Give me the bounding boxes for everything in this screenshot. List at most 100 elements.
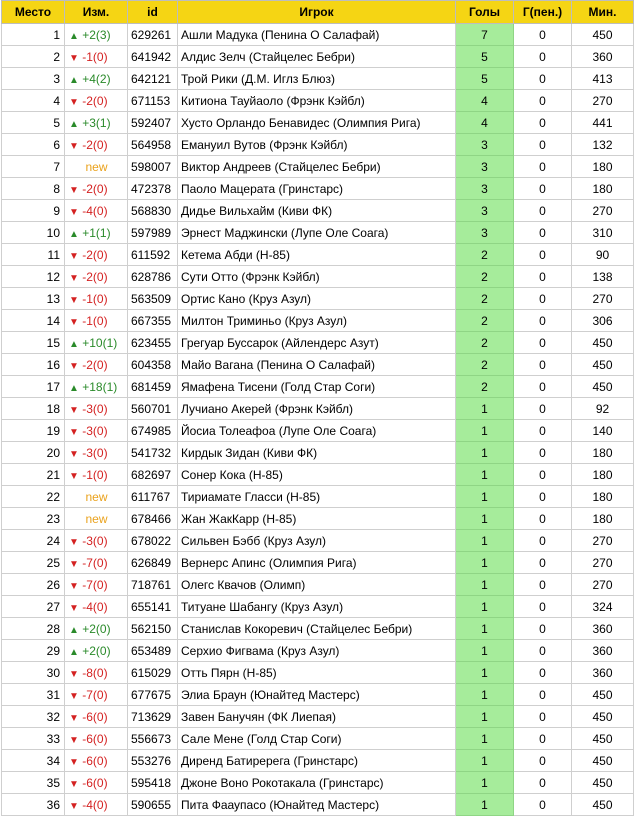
table-row[interactable]: 18 ▼ -3(0) 560701 Лучиано Акерей (Фрэнк Кэй… — [1, 397, 634, 420]
change-cell: ▼ -7(0) — [64, 551, 128, 574]
goals-cell: 1 — [455, 551, 514, 574]
table-row[interactable]: 6 ▼ -2(0) 564958 Емануил Вутов (Фрэнк Кэйбл… — [1, 133, 634, 156]
player-id-cell: 592407 — [127, 111, 178, 134]
table-row[interactable]: 3 ▲ +4(2) 642121 Трой Рики (Д.М. Иглз Блюз)… — [1, 67, 634, 90]
arrow-down-icon: ▼ — [69, 558, 79, 570]
penalty-goals-cell: 0 — [513, 331, 572, 354]
col-header-change[interactable]: Изм. — [64, 0, 128, 24]
rank-cell: 22 — [1, 485, 65, 508]
goals-cell: 1 — [455, 771, 514, 794]
col-header-penalty-goals[interactable]: Г(пен.) — [513, 0, 572, 24]
change-cell: ▼ -3(0) — [64, 419, 128, 442]
table-row[interactable]: 9 ▼ -4(0) 568830 Дидье Вильхайм (Киви ФК) 3 0… — [1, 199, 634, 222]
player-id-cell: 590655 — [127, 793, 178, 816]
table-row[interactable]: 10 ▲ +1(1) 597989 Эрнест Маджински (Лупе Ол… — [1, 221, 634, 244]
arrow-down-icon: ▼ — [69, 756, 79, 768]
player-name-cell: Сонер Кока (Н-85) — [177, 463, 456, 486]
col-header-minutes[interactable]: Мин. — [571, 0, 634, 24]
player-id-cell: 678466 — [127, 507, 178, 530]
player-name-cell: Паоло Мацерата (Гринстарс) — [177, 177, 456, 200]
penalty-goals-cell: 0 — [513, 793, 572, 816]
player-id-cell: 556673 — [127, 727, 178, 750]
table-row[interactable]: 7 new 598007 Виктор Андреев (Стайцелес Бебр… — [1, 155, 634, 178]
table-row[interactable]: 12 ▼ -2(0) 628786 Сути Отто (Фрэнк Кэйбл) 2 0… — [1, 265, 634, 288]
player-name-cell: Сути Отто (Фрэнк Кэйбл) — [177, 265, 456, 288]
penalty-goals-cell: 0 — [513, 133, 572, 156]
change-value: -2(0) — [82, 269, 108, 284]
table-row[interactable]: 20 ▼ -3(0) 541732 Кирдык Зидан (Киви ФК) 1 0 1… — [1, 441, 634, 464]
arrow-down-icon: ▼ — [69, 470, 79, 482]
table-row[interactable]: 30 ▼ -8(0) 615029 Отть Пярн (Н-85) 1 0 360 — [1, 661, 634, 684]
table-row[interactable]: 21 ▼ -1(0) 682697 Сонер Кока (Н-85) 1 0 180 — [1, 463, 634, 486]
change-value: +10(1) — [82, 335, 118, 350]
arrow-down-icon: ▼ — [69, 734, 79, 746]
table-row[interactable]: 28 ▲ +2(0) 562150 Станислав Кокоревич (Стай… — [1, 617, 634, 640]
table-row[interactable]: 36 ▼ -4(0) 590655 Пита Фааупасо (Юнайтед Ма… — [1, 793, 634, 816]
table-row[interactable]: 4 ▼ -2(0) 671153 Китиона Тауйаоло (Фрэнк Кэ… — [1, 89, 634, 112]
arrow-down-icon: ▼ — [69, 272, 79, 284]
minutes-cell: 450 — [571, 771, 634, 794]
player-id-cell: 472378 — [127, 177, 178, 200]
table-row[interactable]: 13 ▼ -1(0) 563509 Ортис Кано (Круз Азул) 2 0 2… — [1, 287, 634, 310]
change-cell: ▲ +3(1) — [64, 111, 128, 134]
table-row[interactable]: 24 ▼ -3(0) 678022 Сильвен Бэбб (Круз Азул) 1… — [1, 529, 634, 552]
col-header-id[interactable]: id — [127, 0, 178, 24]
table-row[interactable]: 1 ▲ +2(3) 629261 Ашли Мадука (Пенина О Сала… — [1, 23, 634, 46]
penalty-goals-cell: 0 — [513, 265, 572, 288]
penalty-goals-cell: 0 — [513, 441, 572, 464]
table-row[interactable]: 25 ▼ -7(0) 626849 Вернерс Апинс (Олимпия Ри… — [1, 551, 634, 574]
table-row[interactable]: 23 new 678466 Жан ЖакКарр (Н-85) 1 0 180 — [1, 507, 634, 530]
change-cell: ▲ +2(0) — [64, 639, 128, 662]
penalty-goals-cell: 0 — [513, 287, 572, 310]
table-row[interactable]: 5 ▲ +3(1) 592407 Хусто Орландо Бенавидес (О… — [1, 111, 634, 134]
col-header-player[interactable]: Игрок — [177, 0, 456, 24]
table-row[interactable]: 2 ▼ -1(0) 641942 Алдис Зелч (Стайцелес Бебр… — [1, 45, 634, 68]
goals-cell: 1 — [455, 507, 514, 530]
table-row[interactable]: 34 ▼ -6(0) 553276 Диренд Батиререга (Гринст… — [1, 749, 634, 772]
arrow-up-icon: ▲ — [69, 646, 79, 658]
table-row[interactable]: 14 ▼ -1(0) 667355 Милтон Триминьо (Круз Азу… — [1, 309, 634, 332]
player-id-cell: 611767 — [127, 485, 178, 508]
player-name-cell: Пита Фааупасо (Юнайтед Мастерс) — [177, 793, 456, 816]
player-id-cell: 655141 — [127, 595, 178, 618]
table-row[interactable]: 27 ▼ -4(0) 655141 Титуане Шабангу (Круз Азу… — [1, 595, 634, 618]
goals-cell: 1 — [455, 683, 514, 706]
player-id-cell: 713629 — [127, 705, 178, 728]
table-row[interactable]: 15 ▲ +10(1) 623455 Грегуар Буссарок (Айленд… — [1, 331, 634, 354]
table-row[interactable]: 19 ▼ -3(0) 674985 Йосиа Толеафоа (Лупе Оле … — [1, 419, 634, 442]
change-cell: ▼ -8(0) — [64, 661, 128, 684]
table-row[interactable]: 11 ▼ -2(0) 611592 Кетема Абди (Н-85) 2 0 90 — [1, 243, 634, 266]
change-cell: ▼ -7(0) — [64, 683, 128, 706]
player-name-cell: Лучиано Акерей (Фрэнк Кэйбл) — [177, 397, 456, 420]
change-cell: new — [64, 507, 128, 530]
table-row[interactable]: 33 ▼ -6(0) 556673 Сале Мене (Голд Стар Соги… — [1, 727, 634, 750]
player-id-cell: 541732 — [127, 441, 178, 464]
table-row[interactable]: 32 ▼ -6(0) 713629 Завен Банучян (ФК Лиепая)… — [1, 705, 634, 728]
minutes-cell: 270 — [571, 287, 634, 310]
minutes-cell: 450 — [571, 683, 634, 706]
change-cell: ▼ -1(0) — [64, 45, 128, 68]
table-row[interactable]: 31 ▼ -7(0) 677675 Элиа Браун (Юнайтед Масте… — [1, 683, 634, 706]
table-row[interactable]: 26 ▼ -7(0) 718761 Олегс Квачов (Олимп) 1 0 270 — [1, 573, 634, 596]
arrow-down-icon: ▼ — [69, 712, 79, 724]
minutes-cell: 450 — [571, 23, 634, 46]
rank-cell: 35 — [1, 771, 65, 794]
table-row[interactable]: 29 ▲ +2(0) 653489 Серхио Фигвама (Круз Азул… — [1, 639, 634, 662]
penalty-goals-cell: 0 — [513, 771, 572, 794]
minutes-cell: 180 — [571, 507, 634, 530]
col-header-goals[interactable]: Голы — [455, 0, 514, 24]
goals-cell: 3 — [455, 221, 514, 244]
arrow-down-icon: ▼ — [69, 52, 79, 64]
penalty-goals-cell: 0 — [513, 683, 572, 706]
player-id-cell: 623455 — [127, 331, 178, 354]
col-header-rank[interactable]: Место — [1, 0, 65, 24]
table-row[interactable]: 8 ▼ -2(0) 472378 Паоло Мацерата (Гринстарс)… — [1, 177, 634, 200]
table-row[interactable]: 35 ▼ -6(0) 595418 Джоне Воно Рокотакала (Гр… — [1, 771, 634, 794]
player-name-cell: Титуане Шабангу (Круз Азул) — [177, 595, 456, 618]
table-row[interactable]: 16 ▼ -2(0) 604358 Майо Вагана (Пенина О Сал… — [1, 353, 634, 376]
table-row[interactable]: 17 ▲ +18(1) 681459 Ямафена Тисени (Голд Ста… — [1, 375, 634, 398]
change-value: -3(0) — [82, 533, 108, 548]
table-row[interactable]: 22 new 611767 Тириамате Гласси (Н-85) 1 0 180 — [1, 485, 634, 508]
player-id-cell: 641942 — [127, 45, 178, 68]
arrow-down-icon: ▼ — [69, 294, 79, 306]
